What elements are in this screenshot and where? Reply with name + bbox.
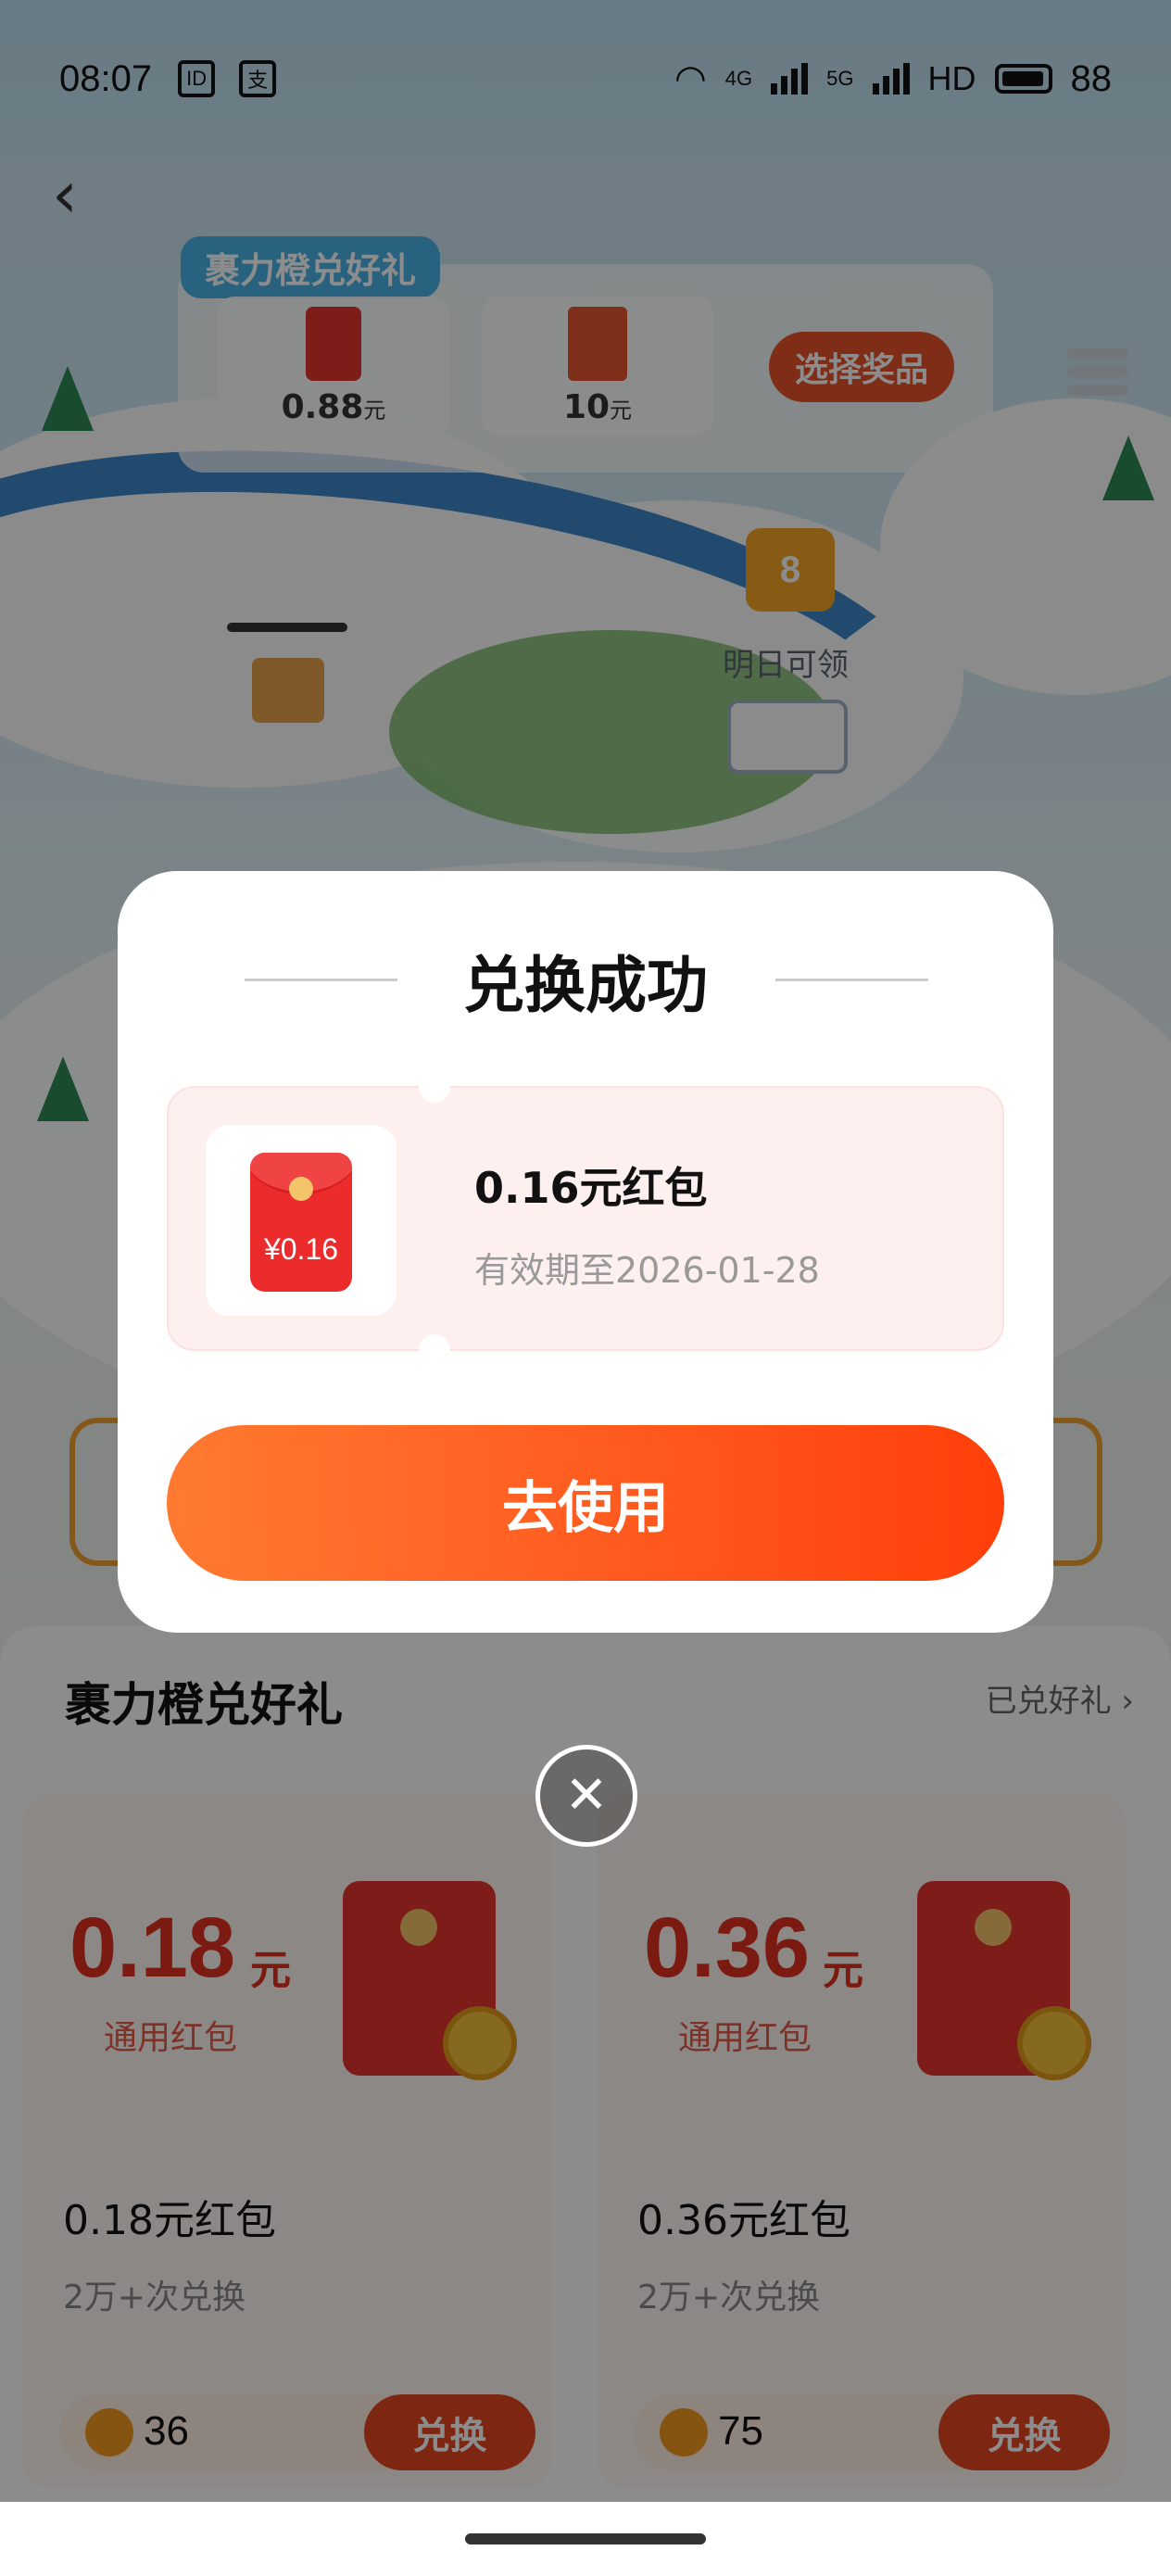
ticket-notch	[419, 1334, 450, 1366]
title-divider	[775, 979, 928, 981]
ticket-notch	[419, 1071, 450, 1103]
close-dialog-button[interactable]: ✕	[535, 1745, 637, 1847]
red-packet-icon: ¥0.16	[250, 1153, 352, 1292]
close-icon: ✕	[564, 1765, 609, 1825]
reward-name: 0.16元红包	[474, 1163, 708, 1213]
reward-ticket: ¥0.16 0.16元红包 有效期至2026-01-28	[167, 1071, 1004, 1366]
use-now-button[interactable]: 去使用	[167, 1425, 1004, 1581]
reward-expiry: 有效期至2026-01-28	[474, 1250, 820, 1291]
exchange-success-dialog: 兑换成功 ¥0.16 0.16元红包 有效期至2026-01-28 去使用	[118, 871, 1053, 1633]
packet-amount: ¥0.16	[263, 1232, 339, 1266]
red-packet-thumbnail: ¥0.16	[206, 1125, 397, 1316]
packet-seal	[289, 1177, 313, 1201]
home-indicator[interactable]	[465, 2533, 706, 2544]
